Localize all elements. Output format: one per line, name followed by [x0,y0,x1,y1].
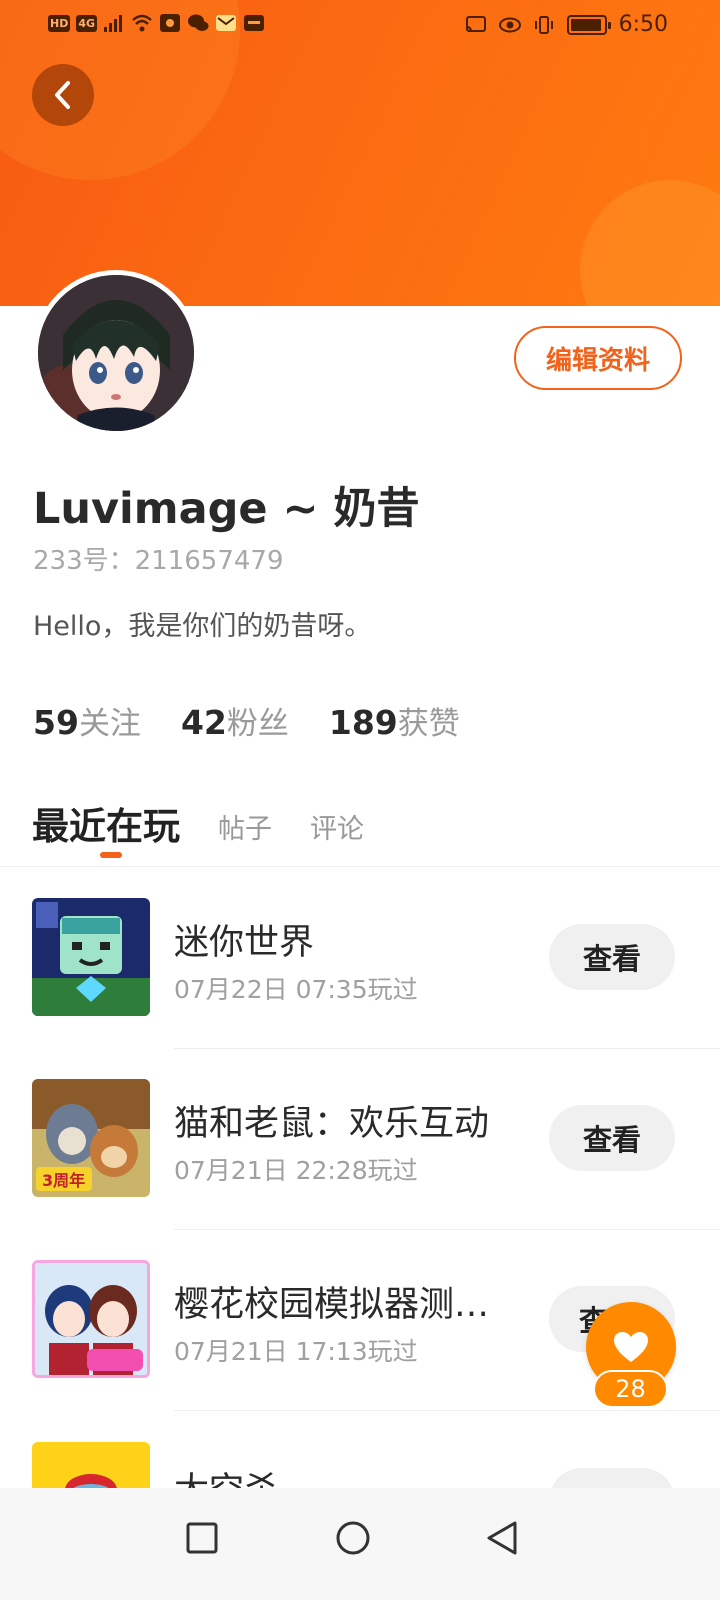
stat-followers-label: 粉丝 [226,706,289,742]
stat-following-count: 59 [33,703,79,742]
signal-icon [104,15,123,32]
circle-icon [336,1521,370,1555]
sakura-school-icon [32,1260,150,1378]
wifi-icon [132,14,152,32]
game-title: 樱花校园模拟器测… [174,1285,490,1325]
game-last-played: 07月21日 22:28玩过 [174,1156,418,1185]
game-title: 猫和老鼠：欢乐互动 [174,1104,490,1144]
recents-button[interactable] [172,1508,232,1568]
cast-icon [465,15,486,32]
hd-indicator: HD [48,14,71,32]
view-button[interactable]: 查看 [549,924,675,990]
network-4g-indicator: 4G [76,14,98,32]
stat-followers-count: 42 [180,703,227,742]
view-button[interactable]: 查看 [549,1105,675,1171]
divider [174,1229,720,1230]
tab-posts[interactable]: 帖子 [218,807,272,850]
profile-tabs: 最近在玩 帖子 评论 [32,796,364,858]
eye-icon [498,17,521,32]
stat-likes[interactable]: 189获赞 [329,698,460,743]
game-last-played: 07月22日 07:35玩过 [174,975,418,1004]
stat-followers[interactable]: 42粉丝 [181,698,289,743]
game-title: 太空杀 [174,1462,279,1488]
vibrate-icon [534,15,553,34]
active-tab-indicator [100,852,122,858]
avatar-anime-portrait [38,275,194,431]
stat-likes-count: 189 [328,703,398,742]
avatar[interactable] [33,270,199,436]
game-last-played: 07月21日 17:13玩过 [174,1337,418,1366]
mail-icon [216,15,237,31]
divider [174,1048,720,1049]
triangle-back-icon [487,1521,517,1555]
tab-comments[interactable]: 评论 [310,807,364,850]
app-notification-icon [160,14,181,32]
tom-and-jerry-icon: 3周年 [32,1079,150,1197]
home-button[interactable] [323,1508,383,1568]
clock: 6:50 [618,12,668,37]
square-icon [186,1522,218,1554]
sms-icon [244,15,265,31]
mini-world-icon [32,898,150,1016]
divider [0,866,720,867]
view-button[interactable] [549,1468,675,1488]
status-bar: HD 4G 6:50 [0,0,720,50]
chevron-left-icon [55,81,70,109]
list-item[interactable]: 太空杀 [0,1442,720,1488]
edit-profile-button[interactable]: 编辑资料 [514,326,682,390]
user-id: 233号：211657479 [33,546,284,576]
battery-icon [566,14,611,35]
stat-following-label: 关注 [78,706,141,742]
stat-likes-label: 获赞 [397,706,460,742]
back-button[interactable] [32,64,94,126]
stat-following[interactable]: 59关注 [33,698,141,743]
space-kill-icon [32,1442,150,1488]
tab-recently-played[interactable]: 最近在玩 [32,796,180,850]
bio: Hello，我是你们的奶昔呀。 [33,611,372,642]
list-item[interactable]: 3周年 猫和老鼠：欢乐互动 07月21日 22:28玩过 查看 [0,1079,720,1261]
svg-text:3周年: 3周年 [42,1171,85,1190]
profile-stats: 59关注 42粉丝 189获赞 [33,698,460,743]
like-count-badge: 28 [593,1370,668,1408]
header-decoration [580,180,720,306]
heart-icon [614,1332,648,1362]
username: Luvimage ~ 奶昔 [33,484,420,534]
wechat-icon [188,14,209,31]
game-title: 迷你世界 [174,923,315,963]
list-item[interactable]: 迷你世界 07月22日 07:35玩过 查看 [0,898,720,1080]
system-back-button[interactable] [472,1508,532,1568]
system-nav-bar [0,1488,720,1600]
divider [174,1410,720,1411]
